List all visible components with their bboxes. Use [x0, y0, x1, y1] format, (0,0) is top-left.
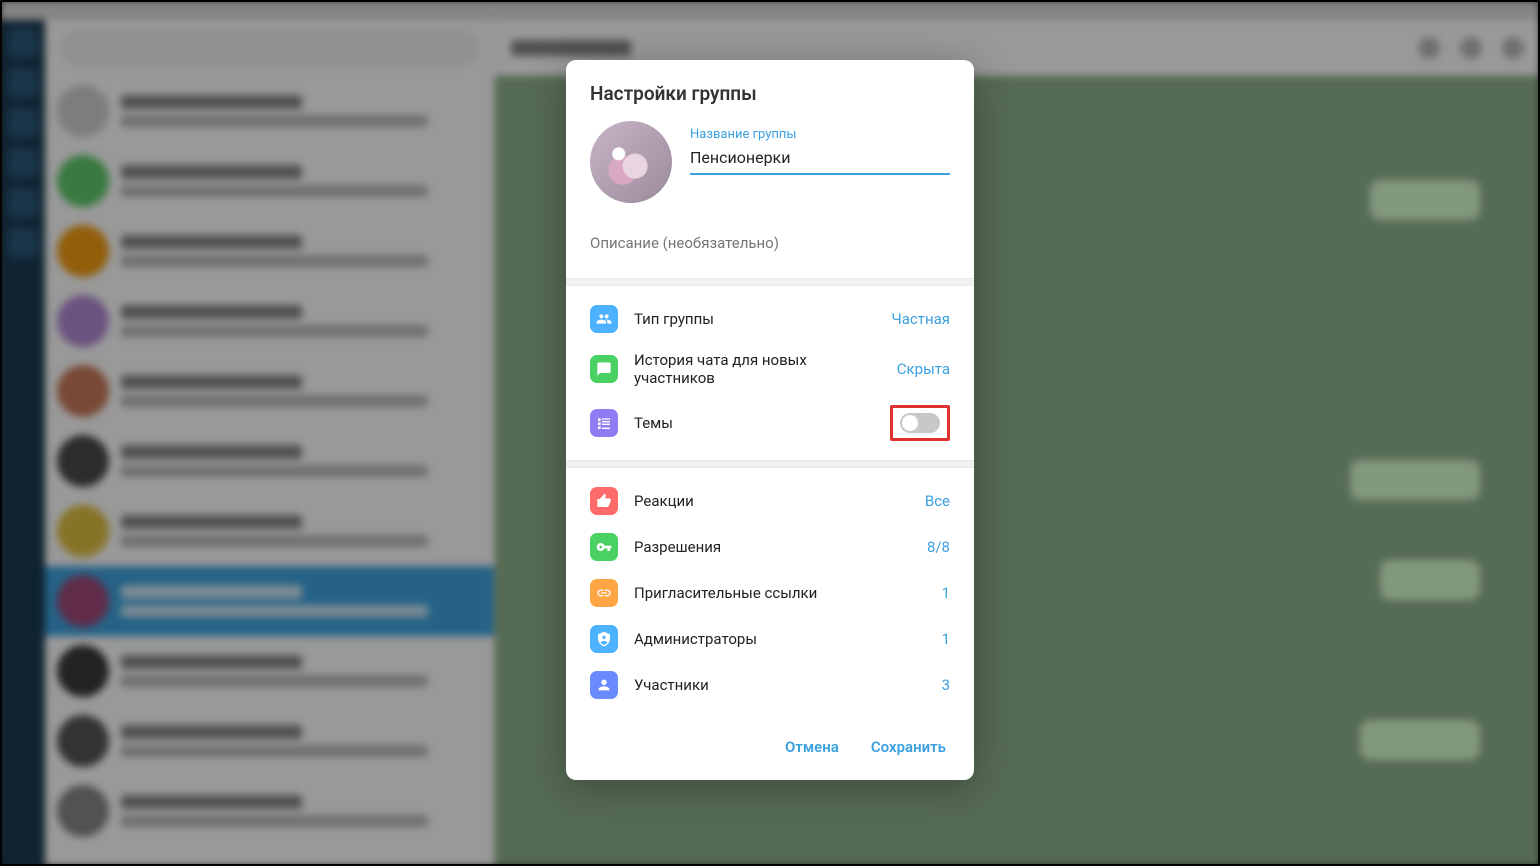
cancel-button[interactable]: Отмена	[781, 732, 843, 762]
separator	[566, 460, 974, 468]
setting-row-chat[interactable]: История чата для новых участников Скрыта	[566, 342, 974, 396]
settings-list-2: Реакции Все Разрешения 8/8 Пригласительные с…	[566, 468, 974, 718]
setting-value: Скрыта	[897, 360, 950, 378]
setting-row-link[interactable]: Пригласительные ссылки 1	[566, 570, 974, 616]
setting-row-group[interactable]: Тип группы Частная	[566, 296, 974, 342]
topics-toggle[interactable]	[900, 413, 940, 433]
setting-row-shield[interactable]: Администраторы 1	[566, 616, 974, 662]
setting-value: 1	[942, 630, 950, 648]
setting-row-topics[interactable]: Темы	[566, 396, 974, 450]
modal-title: Настройки группы	[566, 60, 974, 121]
separator	[566, 278, 974, 286]
group-name-input[interactable]	[690, 144, 950, 175]
members-icon	[590, 671, 618, 699]
group-photo[interactable]	[590, 121, 672, 203]
group-description-input[interactable]	[590, 234, 950, 252]
highlight-box	[890, 405, 950, 441]
key-icon	[590, 533, 618, 561]
setting-label: Реакции	[634, 492, 909, 510]
thumb-icon	[590, 487, 618, 515]
setting-label: Темы	[634, 414, 874, 432]
modal-overlay: Настройки группы Название группы Тип гру…	[0, 0, 1540, 866]
setting-row-members[interactable]: Участники 3	[566, 662, 974, 708]
setting-label: Участники	[634, 676, 926, 694]
setting-row-thumb[interactable]: Реакции Все	[566, 478, 974, 524]
setting-label: Тип группы	[634, 310, 875, 328]
setting-value: Все	[925, 492, 950, 510]
topics-icon	[590, 409, 618, 437]
shield-icon	[590, 625, 618, 653]
link-icon	[590, 579, 618, 607]
setting-label: Пригласительные ссылки	[634, 584, 926, 602]
setting-row-key[interactable]: Разрешения 8/8	[566, 524, 974, 570]
settings-list-1: Тип группы Частная История чата для новых …	[566, 286, 974, 460]
setting-label: Разрешения	[634, 538, 911, 556]
setting-value: 8/8	[927, 538, 950, 556]
setting-value: 3	[942, 676, 950, 694]
setting-value: Частная	[891, 310, 950, 328]
setting-label: История чата для новых участников	[634, 351, 881, 387]
group-name-label: Название группы	[690, 127, 950, 142]
save-button[interactable]: Сохранить	[867, 732, 950, 762]
group-icon	[590, 305, 618, 333]
setting-label: Администраторы	[634, 630, 926, 648]
group-settings-modal: Настройки группы Название группы Тип гру…	[566, 60, 974, 780]
setting-value: 1	[942, 584, 950, 602]
chat-icon	[590, 355, 618, 383]
